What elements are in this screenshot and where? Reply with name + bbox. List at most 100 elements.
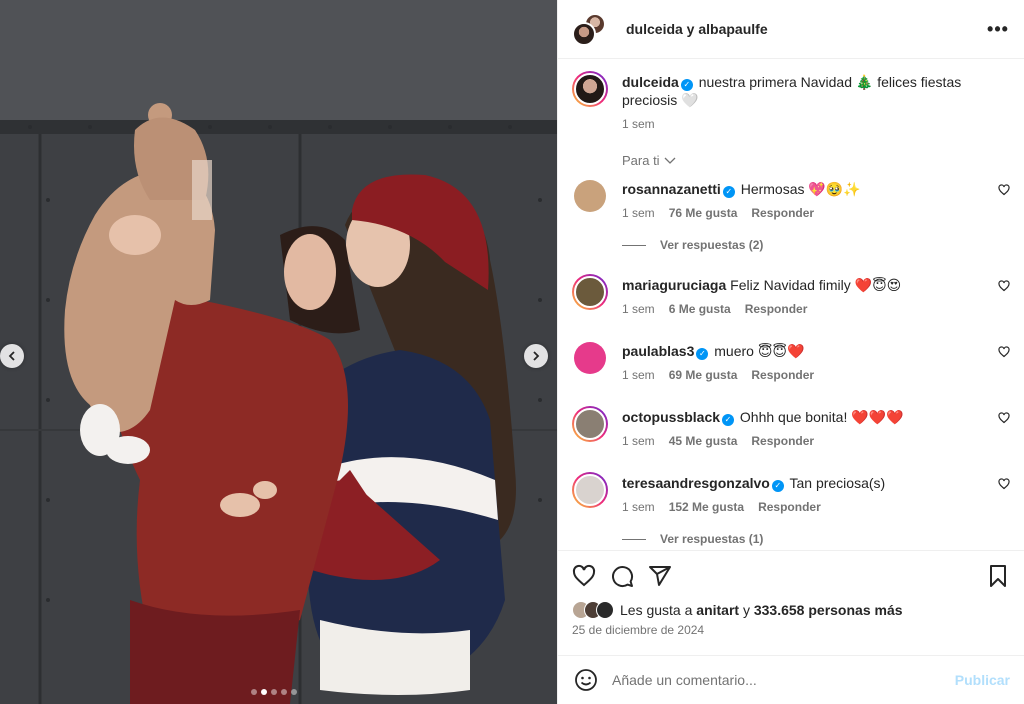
comment-time[interactable]: 1 sem xyxy=(622,500,655,514)
likes-joiner: y xyxy=(742,602,750,618)
post-header: dulceida y albapaulfe ••• xyxy=(558,0,1024,59)
publish-button[interactable]: Publicar xyxy=(955,672,1010,688)
avatar xyxy=(574,474,606,506)
view-replies-button[interactable]: Ver respuestas (2) xyxy=(622,238,1010,252)
comment-like-icon[interactable] xyxy=(998,478,1010,490)
comment-text: teresaandresgonzalvo ✓ Tan preciosa(s) xyxy=(622,474,1010,492)
comment-like-icon[interactable] xyxy=(998,280,1010,292)
verified-badge-icon: ✓ xyxy=(696,348,709,360)
reply-button[interactable]: Responder xyxy=(751,434,814,448)
like-heart-icon[interactable] xyxy=(572,564,596,588)
instagram-post-modal: dulceida y albapaulfe ••• dulceida ✓ nues… xyxy=(0,0,1024,704)
liker-avatars xyxy=(572,601,614,619)
carousel-dot xyxy=(271,689,277,695)
likes-user[interactable]: anitart xyxy=(696,602,739,618)
comments-section[interactable]: dulceida ✓ nuestra primera Navidad 🎄 feli… xyxy=(558,59,1024,550)
caption-username[interactable]: dulceida xyxy=(622,74,679,90)
comment-likes[interactable]: 45 Me gusta xyxy=(669,434,738,448)
commenter-avatar[interactable] xyxy=(574,342,606,374)
reply-button[interactable]: Responder xyxy=(751,368,814,382)
reply-button[interactable]: Responder xyxy=(745,302,808,316)
view-replies-button[interactable]: Ver respuestas (1) xyxy=(622,532,1010,546)
sort-label: Para ti xyxy=(622,153,660,168)
reply-line xyxy=(622,538,646,540)
commenter-avatar[interactable] xyxy=(572,406,608,442)
add-comment-bar: Publicar xyxy=(558,655,1024,704)
comment-username[interactable]: paulablas3 xyxy=(622,343,694,359)
avatar xyxy=(574,276,606,308)
likes-count[interactable]: 333.658 personas más xyxy=(754,602,903,618)
comment-username[interactable]: mariaguruciaga xyxy=(622,277,726,293)
verified-badge-icon: ✓ xyxy=(771,480,784,492)
comment-text: octopussblack ✓ Ohhh que bonita! ❤️❤️❤️ xyxy=(622,408,1010,426)
caption-text: dulceida ✓ nuestra primera Navidad 🎄 feli… xyxy=(622,73,1010,109)
reply-button[interactable]: Responder xyxy=(751,206,814,220)
comment-likes[interactable]: 76 Me gusta xyxy=(669,206,738,220)
comment-username[interactable]: rosannazanetti xyxy=(622,181,721,197)
post-date[interactable]: 25 de diciembre de 2024 xyxy=(572,623,1010,637)
verified-badge-icon: ✓ xyxy=(722,414,735,426)
comment-like-icon[interactable] xyxy=(998,184,1010,196)
comment-input[interactable] xyxy=(612,672,941,688)
reply-button[interactable]: Responder xyxy=(758,500,821,514)
comment-sort-dropdown[interactable]: Para ti xyxy=(622,153,1010,168)
carousel-dot xyxy=(281,689,287,695)
carousel-indicator xyxy=(251,689,297,695)
comment-bubble-icon[interactable] xyxy=(610,564,634,588)
comment-time[interactable]: 1 sem xyxy=(622,368,655,382)
verified-badge-icon: ✓ xyxy=(680,79,693,91)
avatar xyxy=(574,408,606,440)
post-authors[interactable]: dulceida y albapaulfe xyxy=(626,21,986,37)
reply-line xyxy=(622,244,646,246)
previous-photo-button[interactable] xyxy=(0,344,24,368)
carousel-dot xyxy=(291,689,297,695)
post-photo[interactable] xyxy=(0,0,557,704)
comment-likes[interactable]: 69 Me gusta xyxy=(669,368,738,382)
comment-item: mariaguruciaga Feliz Navidad fimily ❤️😇😍… xyxy=(572,274,1010,316)
chevron-left-icon xyxy=(8,351,15,361)
commenter-avatar[interactable] xyxy=(572,274,608,310)
share-send-icon[interactable] xyxy=(648,564,672,588)
comment-item: teresaandresgonzalvo ✓ Tan preciosa(s) 1 … xyxy=(572,472,1010,514)
comment-body: Tan preciosa(s) xyxy=(789,475,886,491)
next-photo-button[interactable] xyxy=(524,344,548,368)
commenter-avatar[interactable] xyxy=(572,472,608,508)
likes-summary[interactable]: Les gusta a anitart y 333.658 personas m… xyxy=(572,601,1010,619)
caption-time[interactable]: 1 sem xyxy=(622,117,655,131)
more-options-icon[interactable]: ••• xyxy=(986,19,1010,40)
emoji-picker-icon[interactable] xyxy=(574,668,598,692)
comment-body: Hermosas 💖🥹✨ xyxy=(740,181,861,197)
save-bookmark-icon[interactable] xyxy=(986,564,1010,588)
post-actions: Les gusta a anitart y 333.658 personas m… xyxy=(558,550,1024,655)
view-replies-label: Ver respuestas (2) xyxy=(660,238,764,252)
chevron-down-icon xyxy=(664,157,676,164)
comment-username[interactable]: octopussblack xyxy=(622,409,720,425)
caption-avatar[interactable] xyxy=(572,71,608,107)
comment-text: paulablas3 ✓ muero 😇😇❤️ xyxy=(622,342,1010,360)
carousel-dot xyxy=(261,689,267,695)
avatar xyxy=(572,22,596,46)
comment-item: octopussblack ✓ Ohhh que bonita! ❤️❤️❤️ 1… xyxy=(572,406,1010,448)
comment-body: muero 😇😇❤️ xyxy=(714,343,805,359)
verified-badge-icon: ✓ xyxy=(722,186,735,198)
comment-like-icon[interactable] xyxy=(998,412,1010,424)
comment-item: paulablas3 ✓ muero 😇😇❤️ 1 sem 69 Me gusta… xyxy=(572,340,1010,382)
comment-time[interactable]: 1 sem xyxy=(622,434,655,448)
view-replies-label: Ver respuestas (1) xyxy=(660,532,764,546)
comment-body: Ohhh que bonita! ❤️❤️❤️ xyxy=(739,409,904,425)
carousel-dot xyxy=(251,689,257,695)
collab-avatars[interactable] xyxy=(572,13,608,46)
comment-time[interactable]: 1 sem xyxy=(622,206,655,220)
commenter-avatar[interactable] xyxy=(574,180,606,212)
comment-likes[interactable]: 152 Me gusta xyxy=(669,500,744,514)
comment-item: rosannazanetti ✓ Hermosas 💖🥹✨ 1 sem 76 Me… xyxy=(572,178,1010,220)
post-details-panel: dulceida y albapaulfe ••• dulceida ✓ nues… xyxy=(557,0,1024,704)
comment-text: mariaguruciaga Feliz Navidad fimily ❤️😇😍 xyxy=(622,276,1010,294)
comment-text: rosannazanetti ✓ Hermosas 💖🥹✨ xyxy=(622,180,1010,198)
chevron-right-icon xyxy=(533,351,540,361)
comment-time[interactable]: 1 sem xyxy=(622,302,655,316)
comment-like-icon[interactable] xyxy=(998,346,1010,358)
comment-username[interactable]: teresaandresgonzalvo xyxy=(622,475,770,491)
post-image xyxy=(0,0,557,704)
comment-likes[interactable]: 6 Me gusta xyxy=(669,302,731,316)
